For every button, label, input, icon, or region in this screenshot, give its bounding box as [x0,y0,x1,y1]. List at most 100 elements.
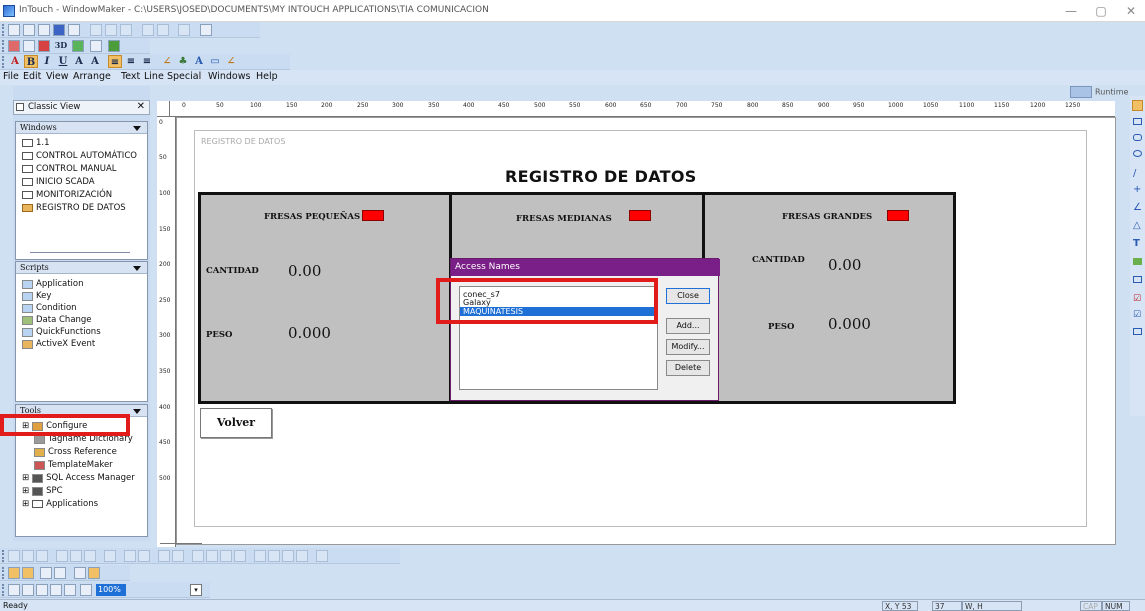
full-screen-icon[interactable] [22,567,34,579]
menu-arrange[interactable]: Arrange [73,71,111,82]
delete-button[interactable]: Delete [666,360,710,376]
zoom-level-field[interactable]: 100% [96,584,126,596]
fill-color-icon[interactable]: ♣ [176,55,190,68]
zoom-out-icon[interactable] [22,584,34,596]
align-centers-icon[interactable] [104,550,116,562]
chevron-down-icon[interactable] [133,126,141,131]
align-middle-icon[interactable] [70,550,82,562]
cut-icon[interactable] [90,24,102,36]
align-left-icon[interactable]: ≡ [108,55,122,68]
menu-windows[interactable]: Windows [208,71,250,82]
space-vertical-icon[interactable] [172,550,184,562]
bold-icon[interactable]: B [24,55,38,68]
grid-toggle-icon[interactable] [40,567,52,579]
checkbox-tool-icon[interactable]: ☑ [1133,294,1141,304]
tree-window-item[interactable]: CONTROL MANUAL [22,164,117,174]
close-button[interactable]: Close [666,288,710,304]
ellipse-tool-icon[interactable] [1133,150,1142,157]
zoom-fit-icon[interactable] [36,584,48,596]
italic-icon[interactable]: I [40,55,54,68]
tool-templatemaker[interactable]: TemplateMaker [34,460,113,470]
script-item[interactable]: Key [22,291,51,301]
edit-icon[interactable] [88,567,100,579]
reduce-font-icon[interactable]: A [88,55,102,68]
text-tool-icon[interactable]: T [1133,238,1140,249]
zoom-in-icon[interactable] [8,584,20,596]
open-icon[interactable] [23,24,35,36]
script-item[interactable]: Application [22,279,84,289]
tool-spc[interactable]: ⊞ SPC [22,486,63,496]
smooth-icon[interactable] [296,550,308,562]
new-icon[interactable] [8,24,20,36]
rotate-icon[interactable] [254,550,266,562]
enlarge-font-icon[interactable]: A [72,55,86,68]
chevron-down-icon[interactable] [133,409,141,414]
menu-file[interactable]: File [3,71,19,82]
script-item[interactable]: Data Change [22,315,92,325]
add-button[interactable]: Add... [666,318,710,334]
rounded-rect-tool-icon[interactable] [1133,134,1142,141]
underline-icon[interactable]: U [56,55,70,68]
rectangle-tool-icon[interactable] [1133,118,1142,125]
tool-cross-reference[interactable]: Cross Reference [34,447,117,457]
window-mode-icon[interactable] [8,567,20,579]
adjust-points-icon[interactable] [316,550,328,562]
maximize-button[interactable]: ▢ [1088,2,1114,20]
make-cell-icon[interactable] [192,550,204,562]
toolbox-toggle-icon[interactable] [54,567,66,579]
menu-view[interactable]: View [46,71,69,82]
tool-sql-access-manager[interactable]: ⊞ SQL Access Manager [22,473,135,483]
space-horizontal-icon[interactable] [158,550,170,562]
script-item[interactable]: ActiveX Event [22,339,95,349]
redo-icon[interactable] [157,24,169,36]
align-center-obj-icon[interactable] [22,550,34,562]
menu-text[interactable]: Text [121,71,140,82]
menu-line[interactable]: Line [144,71,164,82]
zoom-window-icon[interactable] [64,584,76,596]
reshape-icon[interactable] [282,550,294,562]
close-doc-icon[interactable] [38,24,50,36]
wizard-icon[interactable] [23,40,35,52]
bitmap-icon[interactable] [38,40,50,52]
align-right-icon[interactable]: ≡ [140,55,154,68]
volver-button[interactable]: Volver [200,408,272,438]
button-tool-icon[interactable] [1133,276,1142,283]
to-front-icon[interactable] [124,550,136,562]
copy-icon[interactable] [105,24,117,36]
select-tool-icon[interactable] [1132,100,1143,111]
listbox-tool-icon[interactable] [1133,328,1142,335]
symbol-icon[interactable] [8,40,20,52]
color-block-icon[interactable] [108,40,120,52]
align-top-icon[interactable] [56,550,68,562]
polyline-tool-icon[interactable]: ∠ [1133,202,1142,213]
tree-window-item-selected[interactable]: REGISTRO DE DATOS [22,203,126,213]
pan-hand-icon[interactable] [80,584,92,596]
align-bottom-icon[interactable] [84,550,96,562]
paste-icon[interactable] [120,24,132,36]
polygon-tool-icon[interactable]: △ [1133,220,1141,231]
close-pane-icon[interactable]: ✕ [137,101,145,112]
break-symbol-icon[interactable] [234,550,246,562]
font-icon[interactable]: A [8,55,22,68]
flip-icon[interactable] [268,550,280,562]
undo-icon[interactable] [142,24,154,36]
line-tool-icon[interactable]: / [1133,168,1136,179]
close-window-button[interactable]: ✕ [1118,2,1144,20]
script-item[interactable]: Condition [22,303,77,313]
tree-window-item[interactable]: MONITORIZACIÓN [22,190,112,200]
script-item[interactable]: QuickFunctions [22,327,101,337]
save-icon[interactable] [53,24,65,36]
menu-special[interactable]: Special [167,71,201,82]
3d-icon[interactable]: 3D [54,39,68,52]
tree-window-item[interactable]: INICIO SCADA [22,177,95,187]
align-right-obj-icon[interactable] [36,550,48,562]
line-color-icon[interactable]: ∠ [160,55,174,68]
palette-toggle-icon[interactable] [74,567,86,579]
zoom-dropdown-icon[interactable]: ▾ [190,584,202,596]
align-left-obj-icon[interactable] [8,550,20,562]
window-color-icon[interactable]: ▭ [208,55,222,68]
chevron-down-icon[interactable] [133,266,141,271]
text-color-icon[interactable]: A [192,55,206,68]
tree-window-item[interactable]: 1.1 [22,138,50,148]
radio-tool-icon[interactable]: ☑ [1133,310,1141,320]
